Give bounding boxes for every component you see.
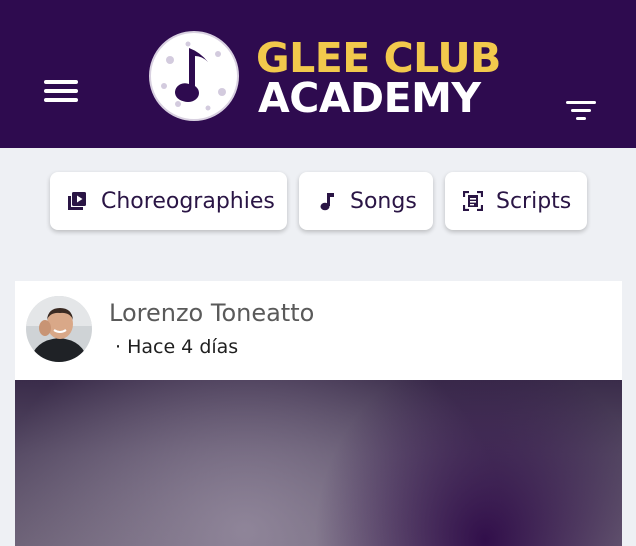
- filter-icon[interactable]: [566, 98, 598, 124]
- hamburger-menu-icon[interactable]: [44, 80, 80, 106]
- app-header: GLEE CLUB ACADEMY: [0, 0, 636, 148]
- post-card: Lorenzo Toneatto · Hace 4 días: [15, 281, 622, 546]
- document-scan-icon: [462, 190, 484, 212]
- category-chip-scripts[interactable]: Scripts: [445, 172, 587, 230]
- post-author-name[interactable]: Lorenzo Toneatto: [109, 299, 314, 327]
- post-media-image[interactable]: [15, 380, 622, 546]
- category-chip-choreographies[interactable]: Choreographies: [50, 172, 287, 230]
- music-note-icon: [316, 190, 338, 212]
- music-note-logo-icon: [149, 31, 239, 121]
- category-chip-label: Songs: [350, 188, 417, 214]
- avatar[interactable]: [26, 296, 92, 362]
- brand-title-line-2: ACADEMY: [258, 74, 481, 122]
- category-chip-label: Choreographies: [101, 188, 275, 214]
- category-chip-songs[interactable]: Songs: [299, 172, 433, 230]
- video-library-icon: [66, 190, 88, 212]
- category-chip-label: Scripts: [496, 188, 572, 214]
- post-timestamp: · Hace 4 días: [115, 336, 239, 358]
